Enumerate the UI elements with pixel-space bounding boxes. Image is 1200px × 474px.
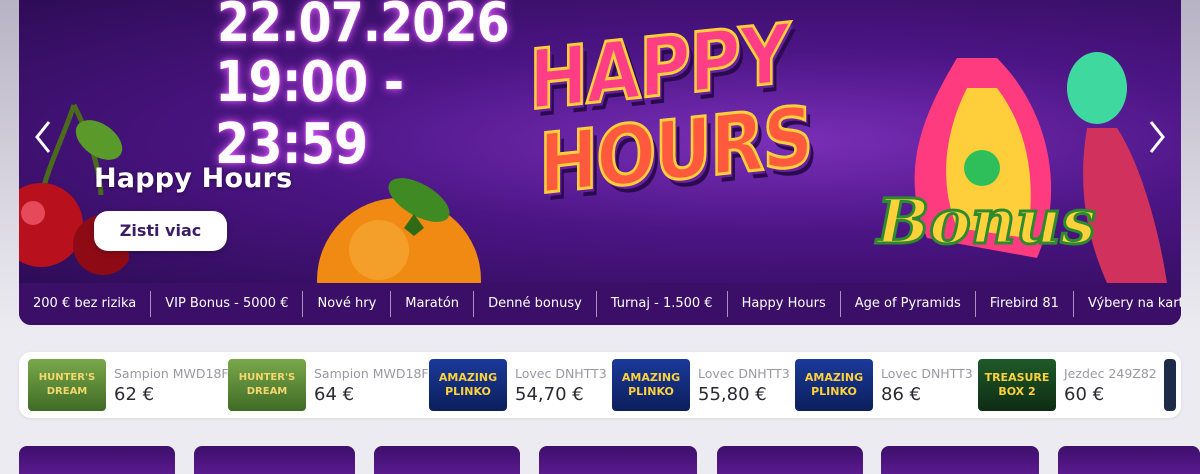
game-thumbnail[interactable]: AMAZING PLINKO [429,359,507,411]
category-tile[interactable] [194,446,355,474]
winner-amount: 55,80 € [698,384,767,405]
winner-name: Sampion MWD18F [314,366,429,381]
game-art-label: AMAZING PLINKO [621,371,681,398]
promo-tab[interactable]: Výbery na kartu [1074,291,1181,317]
game-thumbnail[interactable]: HUNTER'S DREAM [228,359,306,411]
game-thumbnail[interactable]: HUNTER'S DREAM [28,359,106,411]
promo-tab[interactable]: Happy Hours [728,291,841,317]
slide-title: Happy Hours [94,163,293,194]
promo-tab[interactable]: Nové hry [303,291,392,317]
category-tile[interactable] [374,446,520,474]
game-thumbnail[interactable]: AMAZING PLINKO [612,359,690,411]
game-art-label: HUNTER'S DREAM [238,372,296,397]
winner-amount: 64 € [314,384,355,405]
winner-amount: 86 € [881,384,922,405]
game-art-label: HUNTER'S DREAM [38,372,96,397]
bonus-logo-text: Bonus [875,185,1096,258]
game-thumbnail[interactable]: AMAZING PLINKO [795,359,873,411]
winner-name: Jezdec 249Z82 [1064,366,1157,381]
chevron-left-icon[interactable] [29,117,57,157]
category-tile[interactable] [19,446,175,474]
game-art-label: TREASURE BOX 2 [984,371,1050,398]
category-tile[interactable] [717,446,863,474]
promo-tab[interactable]: VIP Bonus - 5000 € [151,291,304,317]
chevron-right-icon[interactable] [1143,117,1171,157]
hero-slide[interactable]: Bonus 22.07.2026 19:00 - 23:59 HAPPY HOU… [19,0,1181,283]
game-thumbnail[interactable] [1164,359,1176,411]
orange-illustration [317,178,481,283]
promo-tabs: 200 € bez rizika VIP Bonus - 5000 € Nové… [19,283,1181,325]
category-tile[interactable] [539,446,697,474]
game-category-tiles [0,446,1200,474]
winner-name: Lovec DNHTT3 [698,366,790,381]
game-thumbnail[interactable]: TREASURE BOX 2 [978,359,1056,411]
winner-amount: 60 € [1064,384,1105,405]
happy-hours-logo: HAPPY HOURS [528,5,859,230]
category-tile[interactable] [1058,446,1200,474]
promo-tab[interactable]: Age of Pyramids [841,291,976,317]
winner-name: Sampion MWD18F [114,366,229,381]
promo-tab[interactable]: Denné bonusy [474,291,597,317]
promo-tab[interactable]: Firebird 81 [976,291,1074,317]
event-date: 22.07.2026 [217,0,510,54]
game-art-label: AMAZING PLINKO [438,371,498,398]
learn-more-button[interactable]: Zisti viac [94,211,227,251]
winner-amount: 54,70 € [515,384,584,405]
event-time: 19:00 - 23:59 [215,50,404,177]
promo-tab[interactable]: Maratón [391,291,475,317]
winner-amount: 62 € [114,384,155,405]
bonus-dancer-illustration: Bonus [874,52,1167,283]
category-tile[interactable] [881,446,1039,474]
winner-name: Lovec DNHTT3 [515,366,607,381]
winner-name: Lovec DNHTT3 [881,366,973,381]
game-art-label: AMAZING PLINKO [804,371,864,398]
promo-banner: Bonus 22.07.2026 19:00 - 23:59 HAPPY HOU… [19,0,1181,325]
recent-winners-ticker: HUNTER'S DREAM Sampion MWD18F 62 € HUNTE… [19,352,1181,418]
promo-tab[interactable]: Turnaj - 1.500 € [597,291,728,317]
promo-tab[interactable]: 200 € bez rizika [19,291,152,317]
